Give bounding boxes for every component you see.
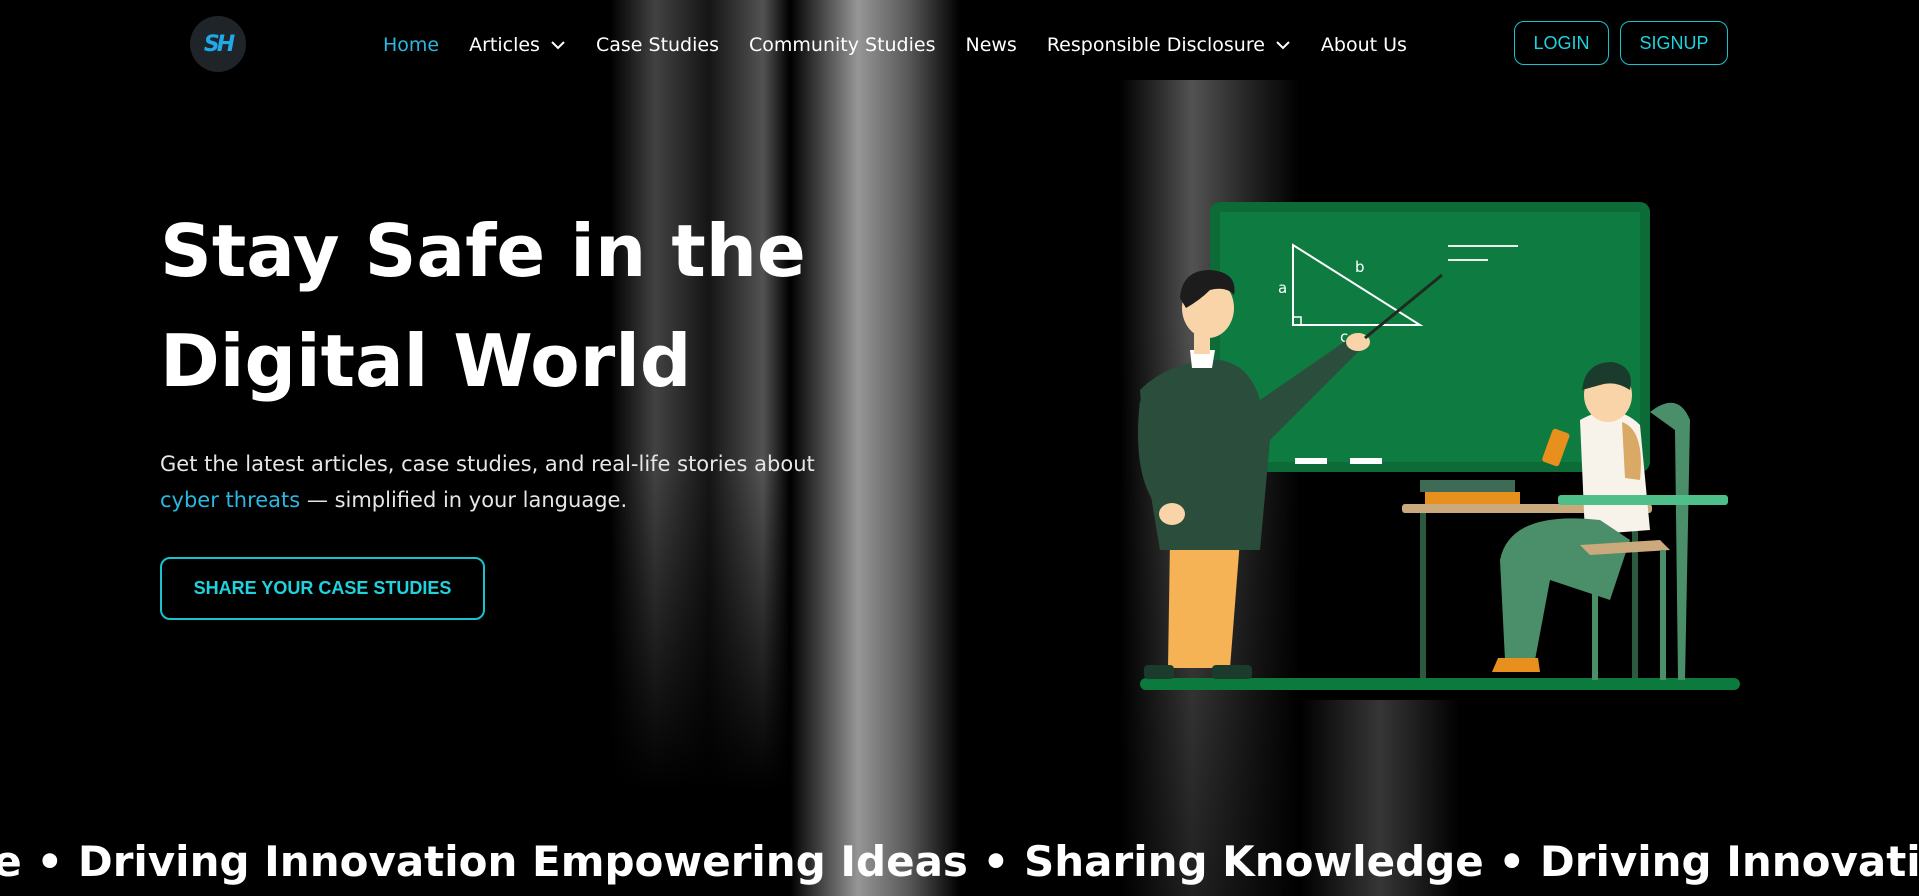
nav-news[interactable]: News — [965, 34, 1016, 56]
nav-case-studies[interactable]: Case Studies — [596, 34, 719, 56]
marquee-phrase: Empowering Ideas • Sharing Knowledge • D… — [0, 837, 518, 886]
label-a: a — [1278, 279, 1287, 297]
nav-home-label: Home — [383, 34, 440, 56]
hero-title-line1: Stay Safe in the — [160, 209, 806, 293]
main-nav: Home Articles Case Studies Community Stu… — [383, 32, 1437, 58]
nav-about-us-label: About Us — [1320, 34, 1407, 56]
floor — [1140, 678, 1740, 690]
nav-community-studies[interactable]: Community Studies — [749, 34, 935, 56]
nav-articles-label: Articles — [469, 34, 540, 56]
hero-title: Stay Safe in the Digital World — [160, 196, 860, 416]
site-logo[interactable]: SH — [190, 16, 246, 72]
nav-responsible-disclosure[interactable]: Responsible Disclosure — [1047, 34, 1291, 56]
marquee-track: Empowering Ideas • Sharing Knowledge • D… — [0, 832, 1919, 892]
hero-subtitle-text: Get the latest articles, case studies, a… — [160, 452, 815, 476]
nav-responsible-disclosure-label: Responsible Disclosure — [1046, 34, 1265, 56]
nav-news-label: News — [965, 34, 1017, 56]
marquee-phrase: Empowering Ideas • Sharing Knowledge • D… — [532, 837, 1919, 886]
hero-subtitle-highlight: cyber threats — [160, 488, 301, 512]
logo-text: SH — [203, 31, 235, 57]
nav-case-studies-label: Case Studies — [595, 34, 719, 56]
chevron-down-icon — [1276, 41, 1290, 50]
nav-articles[interactable]: Articles — [469, 34, 566, 56]
chevron-down-icon — [551, 41, 565, 50]
hero-title-line2: Digital World — [160, 319, 692, 403]
label-b: b — [1355, 258, 1365, 276]
nav-about-us[interactable]: About Us — [1321, 34, 1407, 56]
signup-button[interactable]: SIGNUP — [1620, 21, 1728, 65]
teacher-student-illustration: a b c — [1138, 202, 1740, 690]
hero-subtitle: Get the latest articles, case studies, a… — [160, 446, 860, 518]
marquee-banner: Empowering Ideas • Sharing Knowledge • D… — [0, 832, 1919, 892]
nav-community-studies-label: Community Studies — [749, 34, 936, 56]
nav-home[interactable]: Home — [383, 34, 439, 56]
login-button[interactable]: LOGIN — [1514, 21, 1609, 65]
share-case-studies-button[interactable]: SHARE YOUR CASE STUDIES — [160, 557, 485, 620]
hero-subtitle-text-end: — simplified in your language. — [300, 488, 628, 512]
